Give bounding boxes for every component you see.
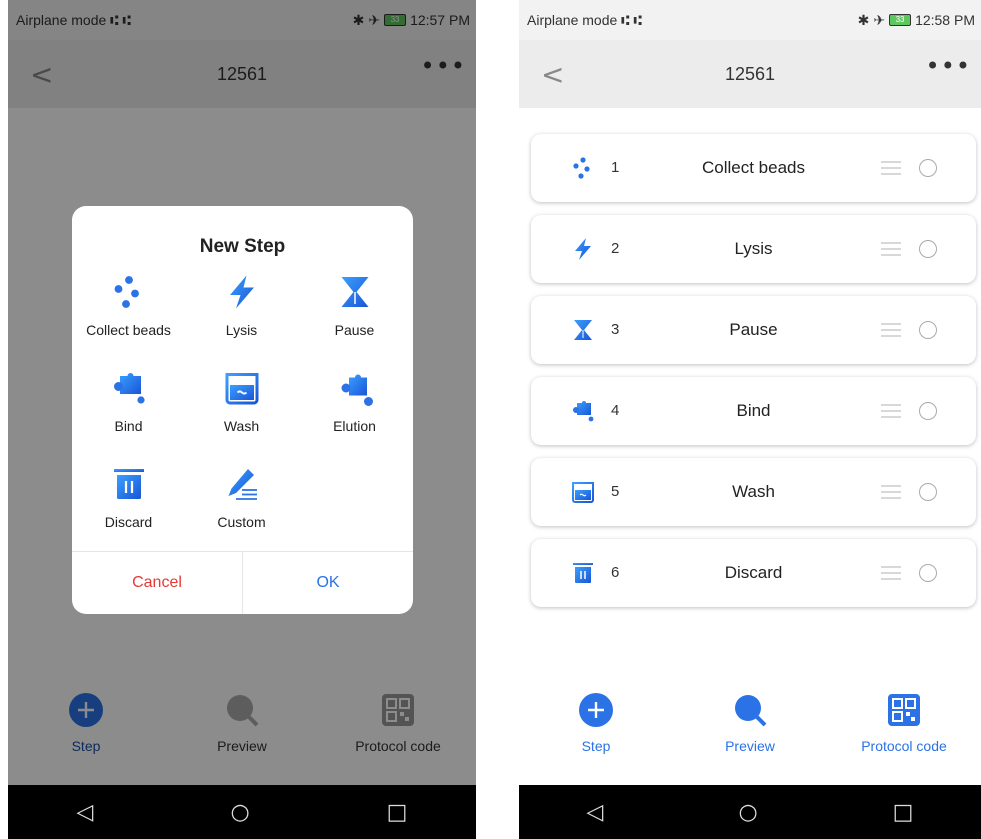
- step-type-label: Discard: [104, 514, 153, 530]
- step-type-label: Custom: [217, 514, 266, 530]
- cancel-button[interactable]: Cancel: [72, 552, 243, 614]
- nav-bar: < 12561 •••: [519, 40, 981, 108]
- step-type-pause[interactable]: Pause: [298, 272, 411, 368]
- new-step-dialog: New Step Collect beads Lysis Pause Bind …: [72, 206, 413, 614]
- step-type-label: Collect beads: [86, 322, 171, 338]
- wash-icon: [222, 368, 262, 408]
- step-name: Lysis: [734, 239, 773, 258]
- step-type-label: Elution: [333, 418, 376, 434]
- step-type-lysis[interactable]: Lysis: [185, 272, 298, 368]
- more-icon[interactable]: •••: [926, 52, 971, 80]
- system-nav-bar: ◁ ○ □: [8, 785, 476, 839]
- lysis-icon: [222, 272, 262, 312]
- step-type-custom[interactable]: Custom: [185, 464, 298, 560]
- step-select-radio[interactable]: [919, 240, 937, 258]
- step-type-wash[interactable]: Wash: [185, 368, 298, 464]
- step-row-bind[interactable]: 4 Bind: [531, 377, 976, 445]
- back-triangle-icon[interactable]: ◁: [587, 800, 604, 825]
- step-type-label: Pause: [334, 322, 375, 338]
- preview-button[interactable]: Preview: [675, 680, 825, 754]
- step-type-grid: Collect beads Lysis Pause Bind Wash Elut…: [72, 272, 413, 560]
- step-row-discard[interactable]: 6 Discard: [531, 539, 976, 607]
- step-name: Wash: [732, 482, 775, 501]
- step-list: 1 Collect beads 2 Lysis 3 Pause 4 Bind 5…: [531, 134, 976, 620]
- drag-handle-icon[interactable]: [881, 485, 901, 499]
- status-time: 12:58 PM: [915, 12, 975, 28]
- step-name: Discard: [724, 563, 783, 582]
- drag-handle-icon[interactable]: [881, 566, 901, 580]
- step-type-label: Lysis: [225, 322, 258, 338]
- status-bar: Airplane mode ⑆ ⑆ ✱ ✈ 33 12:58 PM: [519, 0, 981, 40]
- collect-beads-icon: [109, 272, 149, 312]
- step-select-radio[interactable]: [919, 402, 937, 420]
- elution-icon: [335, 368, 375, 408]
- dialog-buttons: Cancel OK: [72, 551, 413, 614]
- step-button[interactable]: Step: [521, 680, 671, 754]
- home-circle-icon[interactable]: ○: [738, 800, 757, 825]
- airplane-icon: ✈: [873, 11, 886, 28]
- bottom-toolbar: Step Preview Protocol code: [519, 680, 981, 784]
- ok-button[interactable]: OK: [243, 552, 413, 614]
- custom-icon: [222, 464, 262, 504]
- step-select-radio[interactable]: [919, 564, 937, 582]
- drag-handle-icon[interactable]: [881, 161, 901, 175]
- system-nav-bar: ◁ ○ □: [519, 785, 981, 839]
- step-select-radio[interactable]: [919, 159, 937, 177]
- drag-handle-icon[interactable]: [881, 323, 901, 337]
- home-circle-icon[interactable]: ○: [230, 800, 249, 825]
- protocol-code-label: Protocol code: [861, 738, 947, 754]
- drag-handle-icon[interactable]: [881, 242, 901, 256]
- recents-square-icon[interactable]: □: [387, 800, 408, 825]
- discard-icon: [109, 464, 149, 504]
- back-triangle-icon[interactable]: ◁: [77, 800, 94, 825]
- back-icon[interactable]: <: [541, 58, 564, 91]
- drag-handle-icon[interactable]: [881, 404, 901, 418]
- right-screen: Airplane mode ⑆ ⑆ ✱ ✈ 33 12:58 PM < 1256…: [519, 0, 981, 839]
- qr-code-icon: [886, 692, 922, 728]
- page-title: 12561: [724, 63, 776, 84]
- step-type-elution[interactable]: Elution: [298, 368, 411, 464]
- step-row-pause[interactable]: 3 Pause: [531, 296, 976, 364]
- status-right: ✱ ✈ 33 12:58 PM: [858, 12, 975, 29]
- bind-icon: [109, 368, 149, 408]
- step-row-lysis[interactable]: 2 Lysis: [531, 215, 976, 283]
- step-name: Pause: [729, 320, 778, 339]
- step-select-radio[interactable]: [919, 483, 937, 501]
- step-type-bind[interactable]: Bind: [72, 368, 185, 464]
- step-name: Collect beads: [701, 158, 805, 177]
- step-select-radio[interactable]: [919, 321, 937, 339]
- preview-label: Preview: [725, 738, 775, 754]
- protocol-code-button[interactable]: Protocol code: [829, 680, 979, 754]
- status-left: Airplane mode ⑆ ⑆: [527, 12, 642, 28]
- step-type-collect-beads[interactable]: Collect beads: [72, 272, 185, 368]
- step-type-discard[interactable]: Discard: [72, 464, 185, 560]
- pause-icon: [335, 272, 375, 312]
- add-icon: [578, 692, 614, 728]
- battery-icon: 33: [889, 14, 912, 26]
- recents-square-icon[interactable]: □: [893, 800, 914, 825]
- step-type-label: Bind: [114, 418, 143, 434]
- dialog-title: New Step: [199, 236, 286, 257]
- bluetooth-icon: ✱: [857, 11, 870, 28]
- preview-icon: [732, 692, 768, 728]
- step-row-wash[interactable]: 5 Wash: [531, 458, 976, 526]
- step-type-label: Wash: [223, 418, 260, 434]
- step-label: Step: [581, 738, 611, 754]
- step-row-collect-beads[interactable]: 1 Collect beads: [531, 134, 976, 202]
- left-screen: Airplane mode ⑆ ⑆ ✱ ✈ 33 12:57 PM < 1256…: [8, 0, 476, 839]
- step-name: Bind: [736, 401, 771, 420]
